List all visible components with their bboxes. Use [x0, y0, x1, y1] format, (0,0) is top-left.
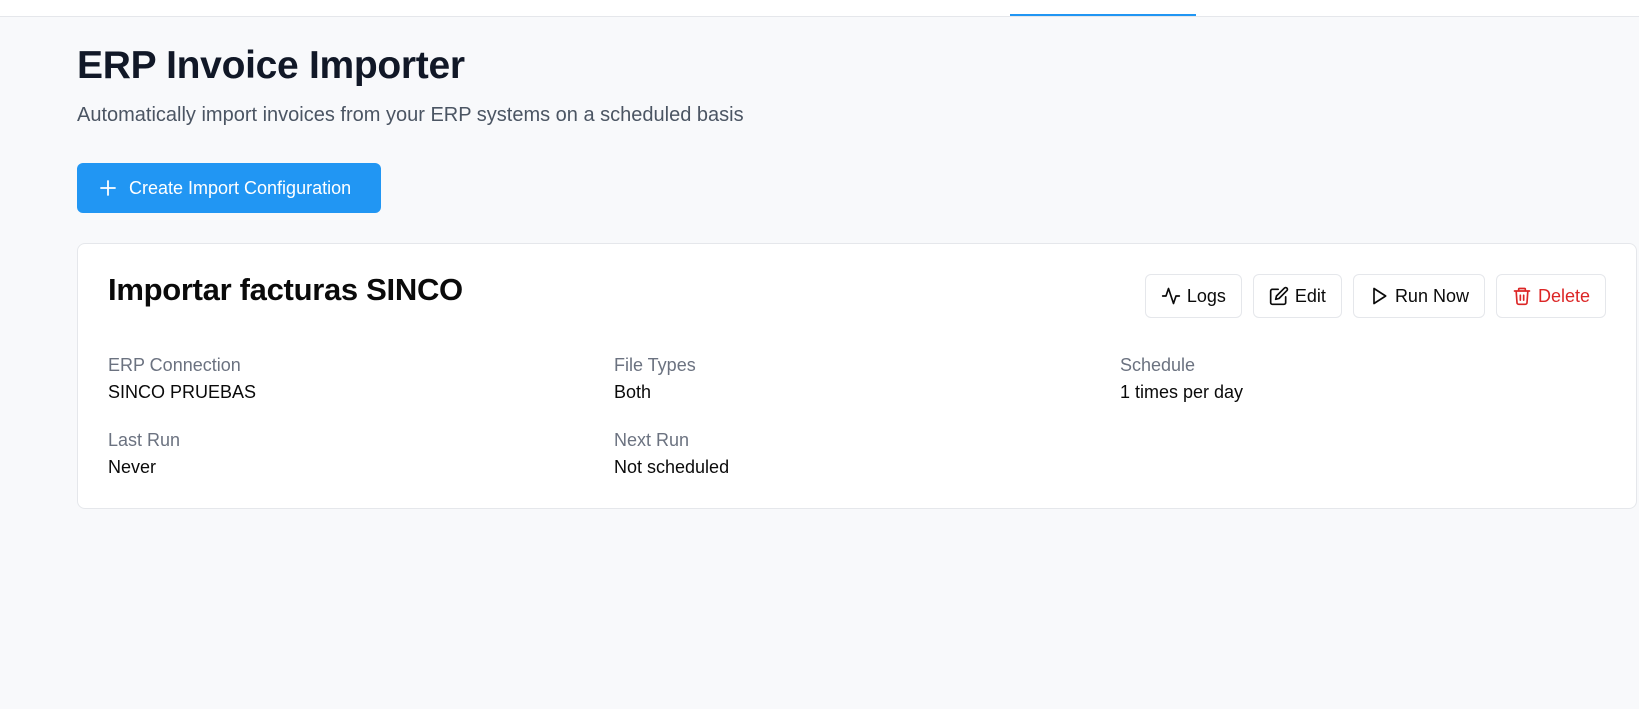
run-now-button[interactable]: Run Now: [1352, 274, 1485, 318]
run-now-button-label: Run Now: [1394, 285, 1469, 306]
configuration-title: Importar facturas SINCO: [108, 272, 463, 307]
last-run-label: Last Run: [108, 430, 181, 450]
last-run-value: Never: [108, 457, 157, 477]
file-types-label: File Types: [614, 355, 696, 375]
erp-connection-field: ERP Connection SINCO PRUEBAS: [108, 354, 256, 403]
file-types-field: File Types Both: [614, 354, 696, 403]
create-button-label: Create Import Configuration: [129, 177, 352, 198]
edit-button-label: Edit: [1294, 285, 1326, 306]
delete-button[interactable]: Delete: [1495, 274, 1606, 318]
top-navigation-bar: [0, 0, 1639, 17]
logs-button-label: Logs: [1186, 285, 1226, 306]
edit-button[interactable]: Edit: [1252, 274, 1342, 318]
next-run-value: Not scheduled: [614, 457, 730, 477]
erp-connection-label: ERP Connection: [108, 355, 241, 375]
activity-icon: [1161, 286, 1181, 306]
schedule-value: 1 times per day: [1120, 382, 1244, 402]
plus-icon: [99, 179, 117, 197]
file-types-value: Both: [614, 382, 652, 402]
card-actions: Logs Edit Run Now Delete: [1144, 274, 1606, 318]
next-run-label: Next Run: [614, 430, 690, 450]
logs-button[interactable]: Logs: [1144, 274, 1242, 318]
schedule-label: Schedule: [1120, 355, 1196, 375]
delete-button-label: Delete: [1537, 285, 1590, 306]
schedule-field: Schedule 1 times per day: [1120, 354, 1243, 403]
active-tab-indicator: [1010, 14, 1196, 16]
page-subtitle: Automatically import invoices from your …: [77, 104, 744, 126]
last-run-field: Last Run Never: [108, 429, 180, 478]
next-run-field: Next Run Not scheduled: [614, 429, 729, 478]
create-import-configuration-button[interactable]: Create Import Configuration: [77, 163, 381, 213]
play-icon: [1369, 286, 1389, 306]
import-configuration-card: Importar facturas SINCO Logs Edit Run No…: [77, 243, 1637, 509]
page-title: ERP Invoice Importer: [77, 44, 465, 87]
edit-icon: [1269, 286, 1289, 306]
trash-icon: [1512, 286, 1532, 306]
erp-connection-value: SINCO PRUEBAS: [108, 382, 257, 402]
